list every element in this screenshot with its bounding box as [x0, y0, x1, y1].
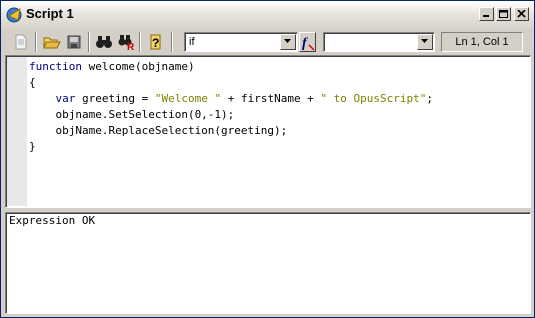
code-keyword: function: [29, 60, 82, 73]
code-text[interactable]: function welcome(objname){ var greeting …: [29, 59, 433, 155]
code-line[interactable]: objname.SetSelection(0,-1);: [29, 107, 433, 123]
minimize-button[interactable]: [479, 7, 494, 21]
function-f-icon: f: [302, 36, 315, 51]
code-token: greeting =: [75, 92, 155, 105]
open-folder-icon[interactable]: [41, 32, 61, 52]
toolbar-separator: [88, 32, 90, 52]
window-title: Script 1: [26, 6, 74, 21]
title-bar[interactable]: Script 1: [1, 1, 534, 28]
code-token: objname.SetSelection(0,-1);: [29, 108, 235, 121]
help-icon[interactable]: ?: [145, 32, 165, 52]
chevron-down-icon[interactable]: [417, 34, 433, 50]
code-token: + firstName +: [221, 92, 321, 105]
editor-gutter: [7, 57, 27, 206]
function-combo[interactable]: [323, 32, 435, 52]
svg-text:?: ?: [152, 36, 159, 50]
find-binoculars-icon[interactable]: [93, 32, 113, 52]
maximize-button[interactable]: [496, 7, 511, 21]
code-line[interactable]: {: [29, 75, 433, 91]
script-app-icon: [6, 6, 23, 23]
find-replace-icon[interactable]: R: [116, 32, 136, 52]
output-message: Expression OK: [9, 214, 96, 227]
keyword-combo-value: if: [189, 36, 195, 48]
new-document-icon[interactable]: [11, 32, 31, 52]
code-line[interactable]: function welcome(objname): [29, 59, 433, 75]
keyword-combo[interactable]: if: [184, 32, 298, 52]
toolbar-separator: [171, 32, 173, 52]
code-line[interactable]: objName.ReplaceSelection(greeting);: [29, 123, 433, 139]
save-icon[interactable]: [64, 32, 84, 52]
toolbar-separator: [35, 32, 37, 52]
code-token: {: [29, 76, 36, 89]
svg-text:R: R: [127, 42, 135, 50]
code-token: }: [29, 140, 36, 153]
code-token: objName.ReplaceSelection(greeting);: [29, 124, 288, 137]
output-pane[interactable]: Expression OK: [5, 212, 531, 314]
code-editor[interactable]: function welcome(objname){ var greeting …: [5, 55, 531, 208]
script-window: Script 1 R ? if f Ln 1, Col 1 function w…: [0, 0, 535, 318]
code-line[interactable]: }: [29, 139, 433, 155]
code-token: ;: [426, 92, 434, 105]
insert-function-button[interactable]: f: [299, 32, 316, 52]
code-keyword: var: [55, 92, 76, 105]
svg-text:f: f: [302, 36, 308, 51]
code-line[interactable]: var greeting = "Welcome " + firstName + …: [29, 91, 434, 107]
code-token: welcome(objname): [81, 60, 195, 73]
code-string: "Welcome ": [154, 92, 222, 105]
close-button[interactable]: [514, 7, 529, 21]
chevron-down-icon[interactable]: [280, 34, 296, 50]
code-string: " to OpusScript": [320, 92, 427, 105]
toolbar-separator: [139, 32, 141, 52]
cursor-position-status: Ln 1, Col 1: [441, 32, 523, 52]
